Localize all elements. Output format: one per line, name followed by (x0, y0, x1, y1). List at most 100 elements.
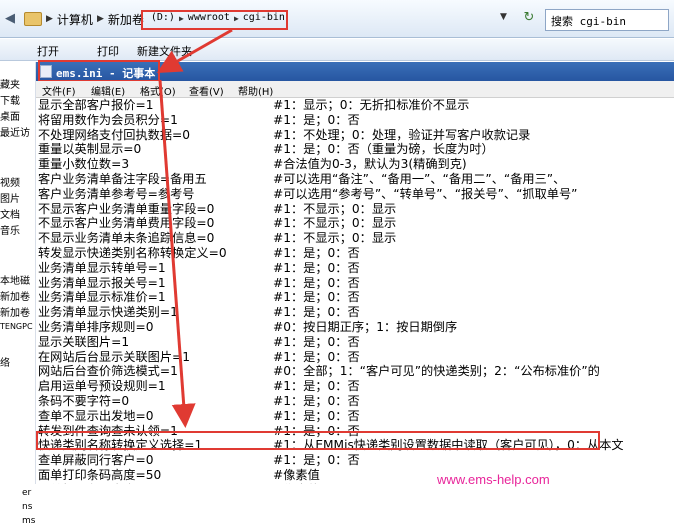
text-line: 不显示业务清单未条追踪信息=0 #1：不显示；0：显示 (38, 231, 674, 245)
title-highlight-box (38, 60, 160, 82)
sidebar-item-network[interactable]: 络 (0, 354, 10, 369)
text-line: 业务清单显示快递类别=1 #1：是；0：否 (38, 305, 674, 319)
sidebar-item-videos[interactable]: 视频 (0, 174, 20, 189)
config-comment: #可以选用“参考号”、“转单号”、“报关号”、“抓取单号” (273, 186, 578, 201)
folder-icon (24, 12, 42, 26)
config-comment: #1：是；0：否 (273, 394, 360, 408)
config-key: 不显示客户业务清单重量字段=0 (38, 201, 215, 216)
text-line: 显示全部客户报价=1 #1：显示；0：无折扣标准价不显示 (38, 98, 674, 112)
text-line: 业务清单显示标准价=1 #1：是；0：否 (38, 290, 674, 304)
sidebar-item-music[interactable]: 音乐 (0, 222, 20, 237)
config-key: 查单不显示出发地=0 (38, 408, 154, 423)
config-key: 启用运单号预设规则=1 (38, 379, 166, 394)
sidebar-item-network-pc[interactable]: TENGPC (0, 322, 33, 331)
text-line: 启用运单号预设规则=1 #1：是；0：否 (38, 379, 674, 393)
config-comment: #1：是；0：否（重量为磅，长度为吋） (273, 142, 494, 157)
file-item[interactable]: ns (22, 502, 32, 512)
config-comment: #1：不显示；0：显示 (273, 201, 397, 216)
sidebar-item-documents[interactable]: 文档 (0, 206, 20, 221)
toolbar-print[interactable]: 打印 (97, 43, 119, 59)
notepad-text-area[interactable]: 显示全部客户报价=1 #1：显示；0：无折扣标准价不显示将留用数作为会员积分=1 #… (36, 98, 674, 484)
config-comment: #1：是；0：否 (273, 334, 360, 349)
config-comment: #1：不显示；0：显示 (273, 231, 397, 246)
sidebar-item-pictures[interactable]: 图片 (0, 190, 20, 205)
config-key: 不处理网络支付回执数据=0 (38, 127, 191, 142)
config-key: 业务清单显示标准价=1 (38, 290, 166, 305)
text-line: 不显示客户业务清单费用字段=0 #1：不显示；0：显示 (38, 216, 674, 230)
config-key: 重量以英制显示=0 (38, 142, 142, 157)
file-item[interactable]: ms (22, 516, 35, 526)
line-highlight-box (36, 431, 600, 450)
sidebar-item-favorites[interactable]: 藏夹 (0, 76, 20, 91)
config-key: 客户业务清单备注字段=备用五 (38, 172, 207, 186)
config-key: 业务清单显示转单号=1 (38, 260, 166, 275)
sidebar-item-volume-2[interactable]: 新加卷 (0, 304, 30, 319)
config-key: 条码不要字符=0 (38, 394, 130, 408)
sidebar-item-volume-1[interactable]: 新加卷 (0, 288, 30, 303)
back-icon[interactable]: ◀ (2, 9, 18, 29)
menu-file[interactable]: 文件(F) (42, 83, 76, 98)
breadcrumb-volume[interactable]: 新加卷 (108, 11, 144, 28)
config-comment: #1：不显示；0：显示 (273, 216, 397, 231)
menu-edit[interactable]: 编辑(E) (91, 83, 125, 98)
text-line: 查单不显示出发地=0 #1：是；0：否 (38, 409, 674, 423)
config-key: 显示全部客户报价=1 (38, 98, 154, 112)
config-key: 不显示业务清单未条追踪信息=0 (38, 231, 215, 246)
chevron-down-icon[interactable]: ▼ (500, 12, 507, 22)
config-key: 面单打印条码宽度=400 (38, 483, 169, 484)
text-line: 不处理网络支付回执数据=0 #1：不处理；0：处理，验证并写客户收款记录 (38, 128, 674, 142)
text-line: 业务清单排序规则=0 #0：按日期正序；1：按日期倒序 (38, 320, 674, 334)
config-comment: #1：显示；0：无折扣标准价不显示 (273, 98, 470, 112)
search-input[interactable]: 搜索 cgi-bin (545, 9, 669, 31)
config-key: 不显示客户业务清单费用字段=0 (38, 216, 215, 231)
watermark: www.ems-help.com (437, 472, 550, 487)
config-key: 在网站后台显示关联图片=1 (38, 349, 191, 364)
sidebar-item-local-disk[interactable]: 本地磁 (0, 272, 30, 287)
config-comment: #1：是；0：否 (273, 246, 360, 260)
text-line: 客户业务清单备注字段=备用五 #可以选用“备注”、“备用一”、“备用二”、“备用三… (38, 172, 674, 186)
config-comment: #0：全部；1：“客户可见”的快递类别；2：“公布标准价”的 (273, 364, 600, 379)
address-bar: ◀ ▶ 计算机 ▶ 新加卷 (D:) ▶ wwwroot ▶ cgi-bin ▼… (0, 0, 674, 38)
config-key: 业务清单排序规则=0 (38, 320, 154, 334)
config-key: 转发显示快递类别名称转换定义=0 (38, 246, 227, 260)
menu-help[interactable]: 帮助(H) (238, 83, 273, 98)
config-key: 网站后台查价筛选模式=1 (38, 364, 178, 379)
explorer-toolbar: 打开 打印 新建文件夹 (0, 39, 674, 61)
config-comment: #1：是；0：否 (273, 305, 360, 320)
text-line: 在网站后台显示关联图片=1 #1：是；0：否 (38, 350, 674, 364)
config-key: 业务清单显示报关号=1 (38, 275, 166, 290)
config-comment: #1：是；0：否 (273, 112, 360, 127)
text-line: 将留用数作为会员积分=1 #1：是；0：否 (38, 113, 674, 127)
text-line: 不显示客户业务清单重量字段=0 #1：不显示；0：显示 (38, 202, 674, 216)
file-list: er ns ms (0, 484, 36, 526)
sidebar-item-desktop[interactable]: 桌面 (0, 108, 20, 123)
sidebar-item-recent[interactable]: 最近访 (0, 124, 30, 139)
config-key: 客户业务清单参考号=参考号 (38, 186, 195, 201)
menu-format[interactable]: 格式(O) (140, 83, 176, 98)
sidebar-item-downloads[interactable]: 下载 (0, 92, 20, 107)
breadcrumb-computer[interactable]: 计算机 (57, 11, 93, 28)
config-comment: #1：是；0：否 (273, 349, 360, 364)
text-line: 转发显示快递类别名称转换定义=0 #1：是；0：否 (38, 246, 674, 260)
text-line: 网站后台查价筛选模式=1 #0：全部；1：“客户可见”的快递类别；2：“公布标准价… (38, 364, 674, 378)
config-key: 将留用数作为会员积分=1 (38, 112, 178, 127)
refresh-icon[interactable]: ↻ (519, 10, 539, 28)
chevron-right-icon: ▶ (96, 14, 104, 24)
config-comment: #像素值 (273, 468, 320, 482)
toolbar-open[interactable]: 打开 (37, 43, 59, 59)
config-comment: #1：是；0：否 (273, 408, 360, 423)
text-line: 业务清单显示转单号=1 #1：是；0：否 (38, 261, 674, 275)
file-item[interactable]: er (22, 488, 31, 498)
config-comment: #1：不处理；0：处理，验证并写客户收款记录 (273, 127, 531, 142)
config-comment: #合法值为0-3，默认为3(精确到克) (273, 157, 467, 172)
text-line: 业务清单显示报关号=1 #1：是；0：否 (38, 276, 674, 290)
config-comment: #可以选用“备注”、“备用一”、“备用二”、“备用三”、 (273, 172, 566, 186)
config-comment: #1：是；0：否 (273, 379, 360, 394)
toolbar-new-folder[interactable]: 新建文件夹 (137, 43, 192, 59)
text-line: 显示关联图片=1 #1：是；0：否 (38, 335, 674, 349)
navigation-pane: 藏夹 下载 桌面 最近访 视频 图片 文档 音乐 本地磁 新加卷 新加卷 TEN… (0, 62, 36, 526)
text-line: 重量以英制显示=0 #1：是；0：否（重量为磅，长度为吋） (38, 142, 674, 156)
menu-view[interactable]: 查看(V) (189, 83, 224, 98)
text-line: 查单屏蔽同行客户=0 #1：是；0：否 (38, 453, 674, 467)
text-line: 条码不要字符=0 #1：是；0：否 (38, 394, 674, 408)
